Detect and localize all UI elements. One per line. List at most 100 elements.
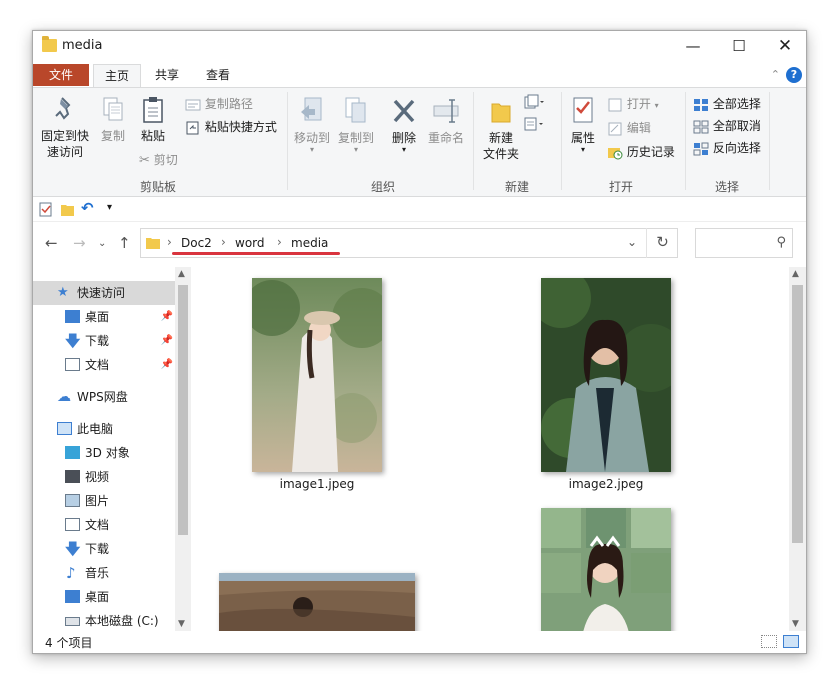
breadcrumb-separator: ›	[167, 235, 172, 249]
nav-qa-documents[interactable]: 文档 📌	[33, 353, 175, 377]
copy-label: 复制	[100, 129, 125, 143]
details-view-icon[interactable]	[761, 635, 777, 648]
copy-to-label: 复制到	[337, 131, 374, 145]
pin-icon[interactable]: 📌	[161, 305, 173, 329]
tab-share[interactable]: 共享	[144, 64, 190, 87]
folder-icon	[42, 36, 57, 52]
nav-music[interactable]: ♪ 音乐	[33, 561, 175, 585]
select-all-button[interactable]: 全部选择	[693, 96, 761, 112]
breadcrumb-doc2[interactable]: Doc2	[181, 236, 212, 250]
collapse-ribbon-icon[interactable]: ⌃	[771, 68, 780, 81]
rename-button[interactable]: 重命名	[425, 96, 467, 146]
large-icons-view-icon[interactable]	[783, 635, 799, 648]
new-folder-small-icon[interactable]	[60, 202, 75, 217]
breadcrumb-media[interactable]: media	[291, 236, 328, 250]
nav-documents[interactable]: 文档	[33, 513, 175, 537]
nav-downloads[interactable]: 🡇 下载	[33, 537, 175, 561]
file-thumbnail[interactable]	[541, 278, 671, 472]
nav-label: 文档	[85, 358, 110, 372]
search-icon: ⚲	[776, 235, 786, 250]
forward-arrow-icon[interactable]: →	[73, 234, 86, 252]
desktop-icon	[65, 590, 80, 603]
copy-to-dropdown-icon: ▾	[353, 145, 358, 154]
nav-qa-desktop[interactable]: 桌面 📌	[33, 305, 175, 329]
delete-dropdown-icon: ▾	[401, 145, 406, 154]
file-thumbnail[interactable]	[252, 278, 382, 472]
open-dropdown-icon: ▾	[654, 101, 659, 110]
properties-button[interactable]: 属性 ▾	[565, 96, 601, 154]
tab-file[interactable]: 文件	[33, 64, 89, 86]
invert-selection-button[interactable]: 反向选择	[693, 140, 761, 156]
undo-icon[interactable]: ↶	[81, 199, 94, 217]
refresh-icon[interactable]: ↻	[646, 228, 678, 258]
delete-button[interactable]: 删除 ▾	[385, 96, 423, 154]
nav-pane-scrollbar[interactable]: ▲ ▼	[175, 267, 191, 631]
document-icon	[65, 518, 80, 531]
group-divider	[769, 92, 770, 190]
copy-button[interactable]: 复制	[95, 96, 131, 144]
help-icon[interactable]: ?	[786, 67, 802, 83]
pin-icon[interactable]: 📌	[161, 329, 173, 353]
open-button[interactable]: 打开 ▾	[607, 96, 659, 114]
history-button[interactable]: 历史记录	[607, 144, 675, 160]
breadcrumb-word[interactable]: word	[235, 236, 265, 250]
edit-button[interactable]: 编辑	[607, 120, 651, 136]
tab-view[interactable]: 查看	[195, 64, 241, 87]
quick-access-toolbar: ↶ ▾	[33, 197, 806, 222]
nav-label: 下载	[85, 334, 110, 348]
pin-icon	[55, 97, 71, 120]
scrollbar-thumb[interactable]	[178, 285, 188, 535]
scroll-down-icon[interactable]: ▼	[792, 619, 799, 629]
move-to-button[interactable]: 移动到 ▾	[291, 96, 333, 154]
content-scrollbar[interactable]: ▲ ▼	[789, 267, 806, 631]
file-thumbnail[interactable]	[219, 573, 415, 631]
maximize-button[interactable]: ☐	[716, 31, 762, 61]
search-input[interactable]: ⚲	[695, 228, 793, 258]
photo-woman-glass-building	[541, 508, 671, 631]
pin-icon[interactable]: 📌	[161, 353, 173, 377]
nav-qa-downloads[interactable]: 🡇 下载 📌	[33, 329, 175, 353]
easy-access-button[interactable]	[523, 116, 545, 132]
file-name[interactable]: image1.jpeg	[237, 477, 397, 491]
pin-label-line2: 速访问	[46, 145, 83, 159]
scroll-down-icon[interactable]: ▼	[178, 619, 185, 629]
new-folder-button[interactable]: 新建 文件夹	[479, 96, 523, 162]
address-dropdown-icon[interactable]: ⌄	[627, 235, 637, 249]
scrollbar-thumb[interactable]	[792, 285, 803, 543]
back-arrow-icon[interactable]: ←	[45, 234, 58, 252]
file-name[interactable]: image2.jpeg	[526, 477, 686, 491]
tab-home[interactable]: 主页	[93, 64, 141, 87]
nav-local-disk-c[interactable]: 本地磁盘 (C:)	[33, 609, 175, 631]
properties-small-icon[interactable]	[39, 202, 53, 217]
download-icon: 🡇	[65, 540, 81, 558]
group-divider	[561, 92, 562, 190]
select-all-icon	[694, 98, 708, 111]
paste-shortcut-button[interactable]: 粘贴快捷方式	[185, 119, 277, 135]
cut-button[interactable]: ✂ 剪切	[139, 152, 178, 169]
nav-3d-objects[interactable]: 3D 对象	[33, 441, 175, 465]
paste-button[interactable]: 粘贴	[135, 96, 171, 144]
nav-wps-cloud[interactable]: ☁ WPS网盘	[33, 385, 175, 409]
nav-quick-access[interactable]: ★ 快速访问	[33, 281, 175, 305]
nav-videos[interactable]: 视频	[33, 465, 175, 489]
copy-to-button[interactable]: 复制到 ▾	[335, 96, 377, 154]
open-icon	[608, 98, 622, 111]
select-all-label: 全部选择	[712, 97, 761, 111]
customize-toolbar-icon[interactable]: ▾	[107, 202, 112, 213]
close-button[interactable]: ✕	[762, 31, 806, 61]
file-thumbnail[interactable]	[541, 508, 671, 631]
easy-access-icon	[524, 117, 543, 131]
nav-pictures[interactable]: 图片	[33, 489, 175, 513]
nav-this-pc[interactable]: 此电脑	[33, 417, 175, 441]
delete-label: 删除	[391, 131, 416, 145]
nav-desktop[interactable]: 桌面	[33, 585, 175, 609]
copy-path-button[interactable]: 复制路径	[185, 96, 253, 112]
minimize-button[interactable]: —	[670, 31, 716, 61]
scroll-up-icon[interactable]: ▲	[792, 269, 799, 279]
scroll-up-icon[interactable]: ▲	[178, 269, 185, 279]
new-item-button[interactable]	[523, 94, 545, 110]
pin-to-quick-access-button[interactable]: 固定到快 速访问	[37, 96, 93, 160]
recent-locations-icon[interactable]: ⌄	[98, 238, 106, 249]
up-arrow-icon[interactable]: ↑	[118, 234, 131, 252]
select-none-button[interactable]: 全部取消	[693, 118, 761, 134]
